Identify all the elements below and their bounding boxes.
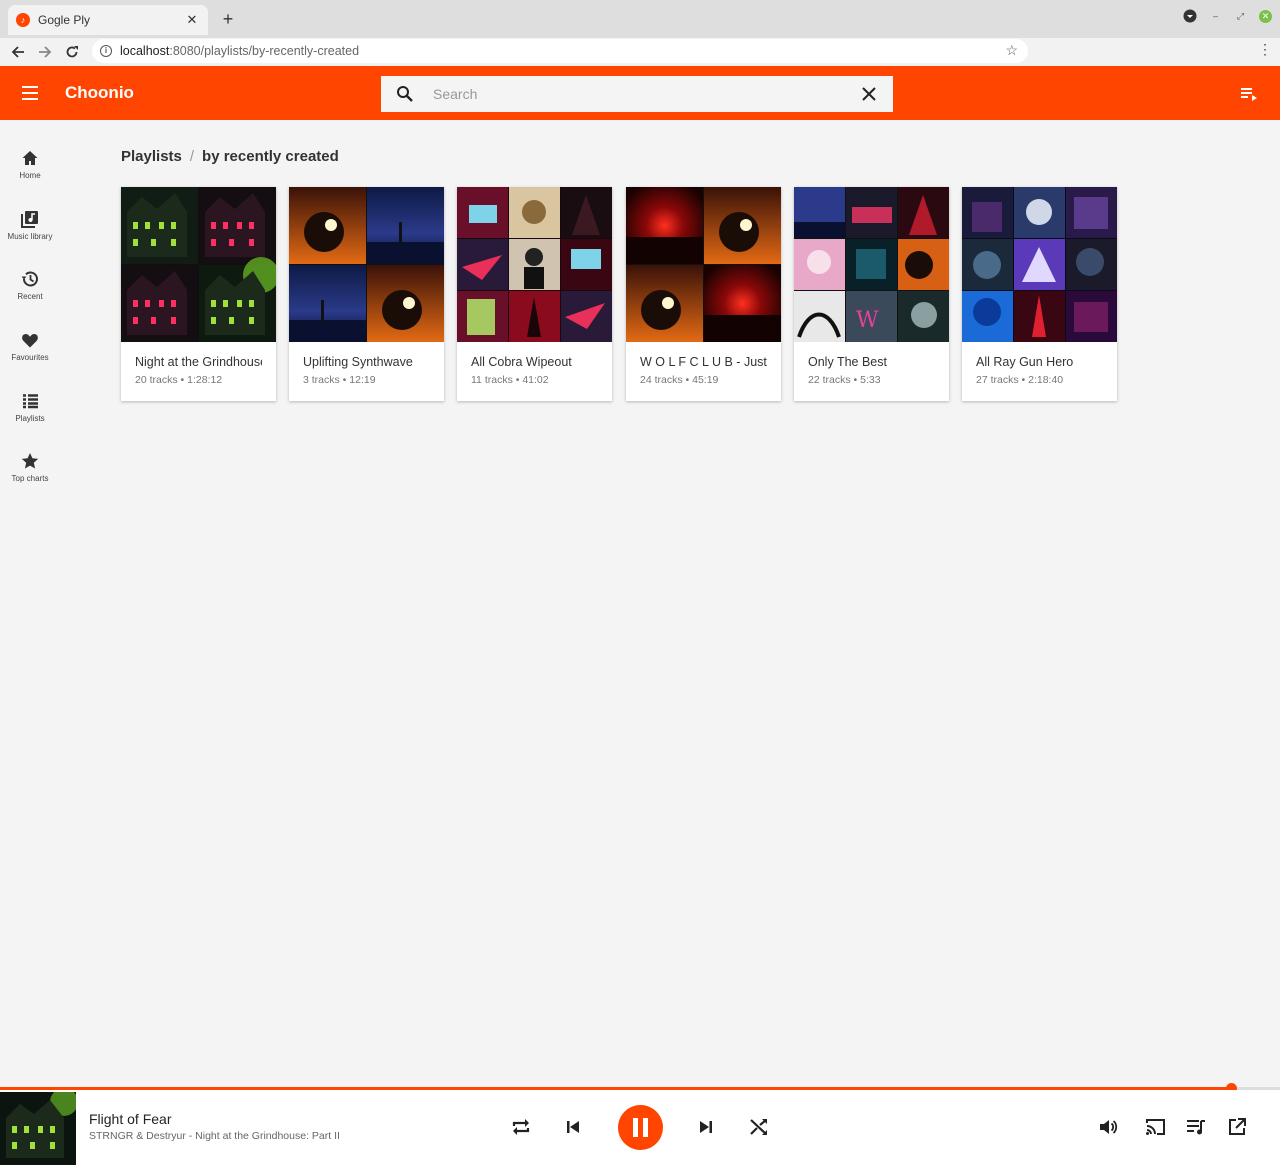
bookmark-star-icon[interactable]: ☆ xyxy=(1005,42,1018,59)
history-icon xyxy=(21,271,38,287)
breadcrumb: Playlists / by recently created xyxy=(121,148,339,165)
playlist-card[interactable]: Uplifting Synthwave 3 tracks • 12:19 xyxy=(289,187,444,401)
pause-button[interactable] xyxy=(618,1105,663,1150)
breadcrumb-current: by recently created xyxy=(202,148,339,165)
home-icon xyxy=(22,151,38,165)
playlist-card[interactable]: W O L F C L U B - Just 24 tracks • 45:19 xyxy=(626,187,781,401)
playlist-meta: 20 tracks • 1:28:12 xyxy=(135,374,223,386)
playlist-card[interactable]: All Ray Gun Hero 27 tracks • 2:18:40 xyxy=(962,187,1117,401)
playlist-card[interactable]: Night at the Grindhouse 20 tracks • 1:28… xyxy=(121,187,276,401)
queue-list-icon[interactable] xyxy=(1186,1118,1206,1136)
sidebar-item-label: Recent xyxy=(17,292,43,301)
reload-icon xyxy=(66,46,78,58)
volume-icon[interactable] xyxy=(1098,1117,1118,1137)
tab-title: Gogle Ply xyxy=(38,13,91,27)
close-tab-icon[interactable]: ✕ xyxy=(184,12,200,28)
address-bar[interactable]: i localhost:8080/playlists/by-recently-c… xyxy=(92,39,1028,63)
playlist-meta: 11 tracks • 41:02 xyxy=(471,374,549,386)
playlist-cover-art xyxy=(626,187,781,342)
playlist-meta: 27 tracks • 2:18:40 xyxy=(976,374,1064,386)
playlist-card[interactable]: All Cobra Wipeout 11 tracks • 41:02 xyxy=(457,187,612,401)
player-bar: Flight of Fear STRNGR & Destryur - Night… xyxy=(0,1090,1280,1165)
app-bar: Choonio xyxy=(0,66,1280,120)
open-external-icon[interactable] xyxy=(1227,1117,1247,1137)
star-icon xyxy=(21,453,39,469)
playlist-title: All Ray Gun Hero xyxy=(976,355,1074,369)
playlist-title: Only The Best xyxy=(808,355,887,369)
browser-menu-icon[interactable]: ⋮ xyxy=(1258,41,1272,58)
playlist-title: All Cobra Wipeout xyxy=(471,355,572,369)
playlist-meta: 22 tracks • 5:33 xyxy=(808,374,881,386)
heart-icon xyxy=(22,334,38,348)
sidebar-item-label: Top charts xyxy=(11,474,49,483)
sidebar-item-music-library[interactable]: Music library xyxy=(0,210,60,262)
sidebar-item-label: Music library xyxy=(7,232,53,241)
breadcrumb-root[interactable]: Playlists xyxy=(121,148,182,165)
browser-toolbar: i localhost:8080/playlists/by-recently-c… xyxy=(0,38,1280,66)
playlist-cover-art xyxy=(457,187,612,342)
list-icon xyxy=(23,394,38,409)
cast-icon[interactable] xyxy=(1145,1117,1166,1137)
search-box xyxy=(381,76,893,112)
playlist-meta: 3 tracks • 12:19 xyxy=(303,374,376,386)
tab-strip: ♪ Gogle Ply ✕ + – ⤢ ✕ xyxy=(0,0,1280,38)
url-host: localhost xyxy=(120,44,170,58)
minimize-icon[interactable]: – xyxy=(1209,10,1222,23)
info-icon[interactable]: i xyxy=(100,45,112,57)
playlist-title: Uplifting Synthwave xyxy=(303,355,413,369)
arrow-left-icon xyxy=(11,46,24,58)
sidebar-item-label: Home xyxy=(19,171,41,180)
repeat-icon[interactable] xyxy=(510,1116,532,1138)
arrow-right-icon xyxy=(39,46,52,58)
close-window-icon[interactable]: ✕ xyxy=(1259,9,1272,23)
favicon-icon: ♪ xyxy=(16,13,30,27)
sidebar-item-favourites[interactable]: Favourites xyxy=(0,331,60,383)
app-title: Choonio xyxy=(65,83,134,102)
queue-icon[interactable] xyxy=(1240,86,1258,102)
sidebar-item-label: Playlists xyxy=(15,414,45,423)
search-icon xyxy=(397,86,413,102)
new-tab-button[interactable]: + xyxy=(218,9,238,30)
pause-icon xyxy=(633,1118,648,1137)
sidebar: Home Music library Recent Favourites Pla… xyxy=(0,120,60,1086)
playlist-cover-art: W xyxy=(794,187,949,342)
now-playing-title[interactable]: Flight of Fear xyxy=(89,1111,171,1127)
browser-chrome: ♪ Gogle Ply ✕ + – ⤢ ✕ i localhost:8080/p… xyxy=(0,0,1280,66)
back-button[interactable] xyxy=(4,40,32,64)
svg-text:W: W xyxy=(856,308,879,333)
sidebar-item-home[interactable]: Home xyxy=(0,149,60,201)
now-playing-art[interactable] xyxy=(0,1092,76,1165)
sidebar-item-playlists[interactable]: Playlists xyxy=(0,392,60,444)
playlist-cover-art xyxy=(121,187,276,342)
playlist-cover-art xyxy=(289,187,444,342)
hamburger-menu-icon[interactable] xyxy=(22,86,38,100)
previous-track-icon[interactable] xyxy=(564,1118,582,1136)
playlist-cover-art xyxy=(962,187,1117,342)
browser-tab[interactable]: ♪ Gogle Ply ✕ xyxy=(8,5,208,35)
window-controls: – ⤢ ✕ xyxy=(1183,9,1272,23)
playlist-card[interactable]: W Only The Best 22 tracks • 5:33 xyxy=(794,187,949,401)
maximize-icon[interactable]: ⤢ xyxy=(1234,10,1247,23)
music-library-icon xyxy=(21,211,38,228)
playlist-meta: 24 tracks • 45:19 xyxy=(640,374,719,386)
reload-button[interactable] xyxy=(58,40,86,64)
sidebar-item-top-charts[interactable]: Top charts xyxy=(0,452,60,504)
search-input[interactable] xyxy=(433,84,833,104)
forward-button[interactable] xyxy=(31,40,59,64)
playlist-title: W O L F C L U B - Just xyxy=(640,355,767,369)
sidebar-item-recent[interactable]: Recent xyxy=(0,270,60,322)
profile-icon[interactable] xyxy=(1183,9,1197,23)
next-track-icon[interactable] xyxy=(697,1118,715,1136)
clear-search-icon[interactable] xyxy=(859,84,879,104)
sidebar-item-label: Favourites xyxy=(11,353,49,362)
playlist-title: Night at the Grindhouse xyxy=(135,355,262,369)
breadcrumb-separator: / xyxy=(189,148,195,165)
shuffle-icon[interactable] xyxy=(748,1116,770,1138)
url-path: :8080/playlists/by-recently-created xyxy=(169,44,360,58)
now-playing-subtitle[interactable]: STRNGR & Destryur - Night at the Grindho… xyxy=(89,1130,340,1142)
